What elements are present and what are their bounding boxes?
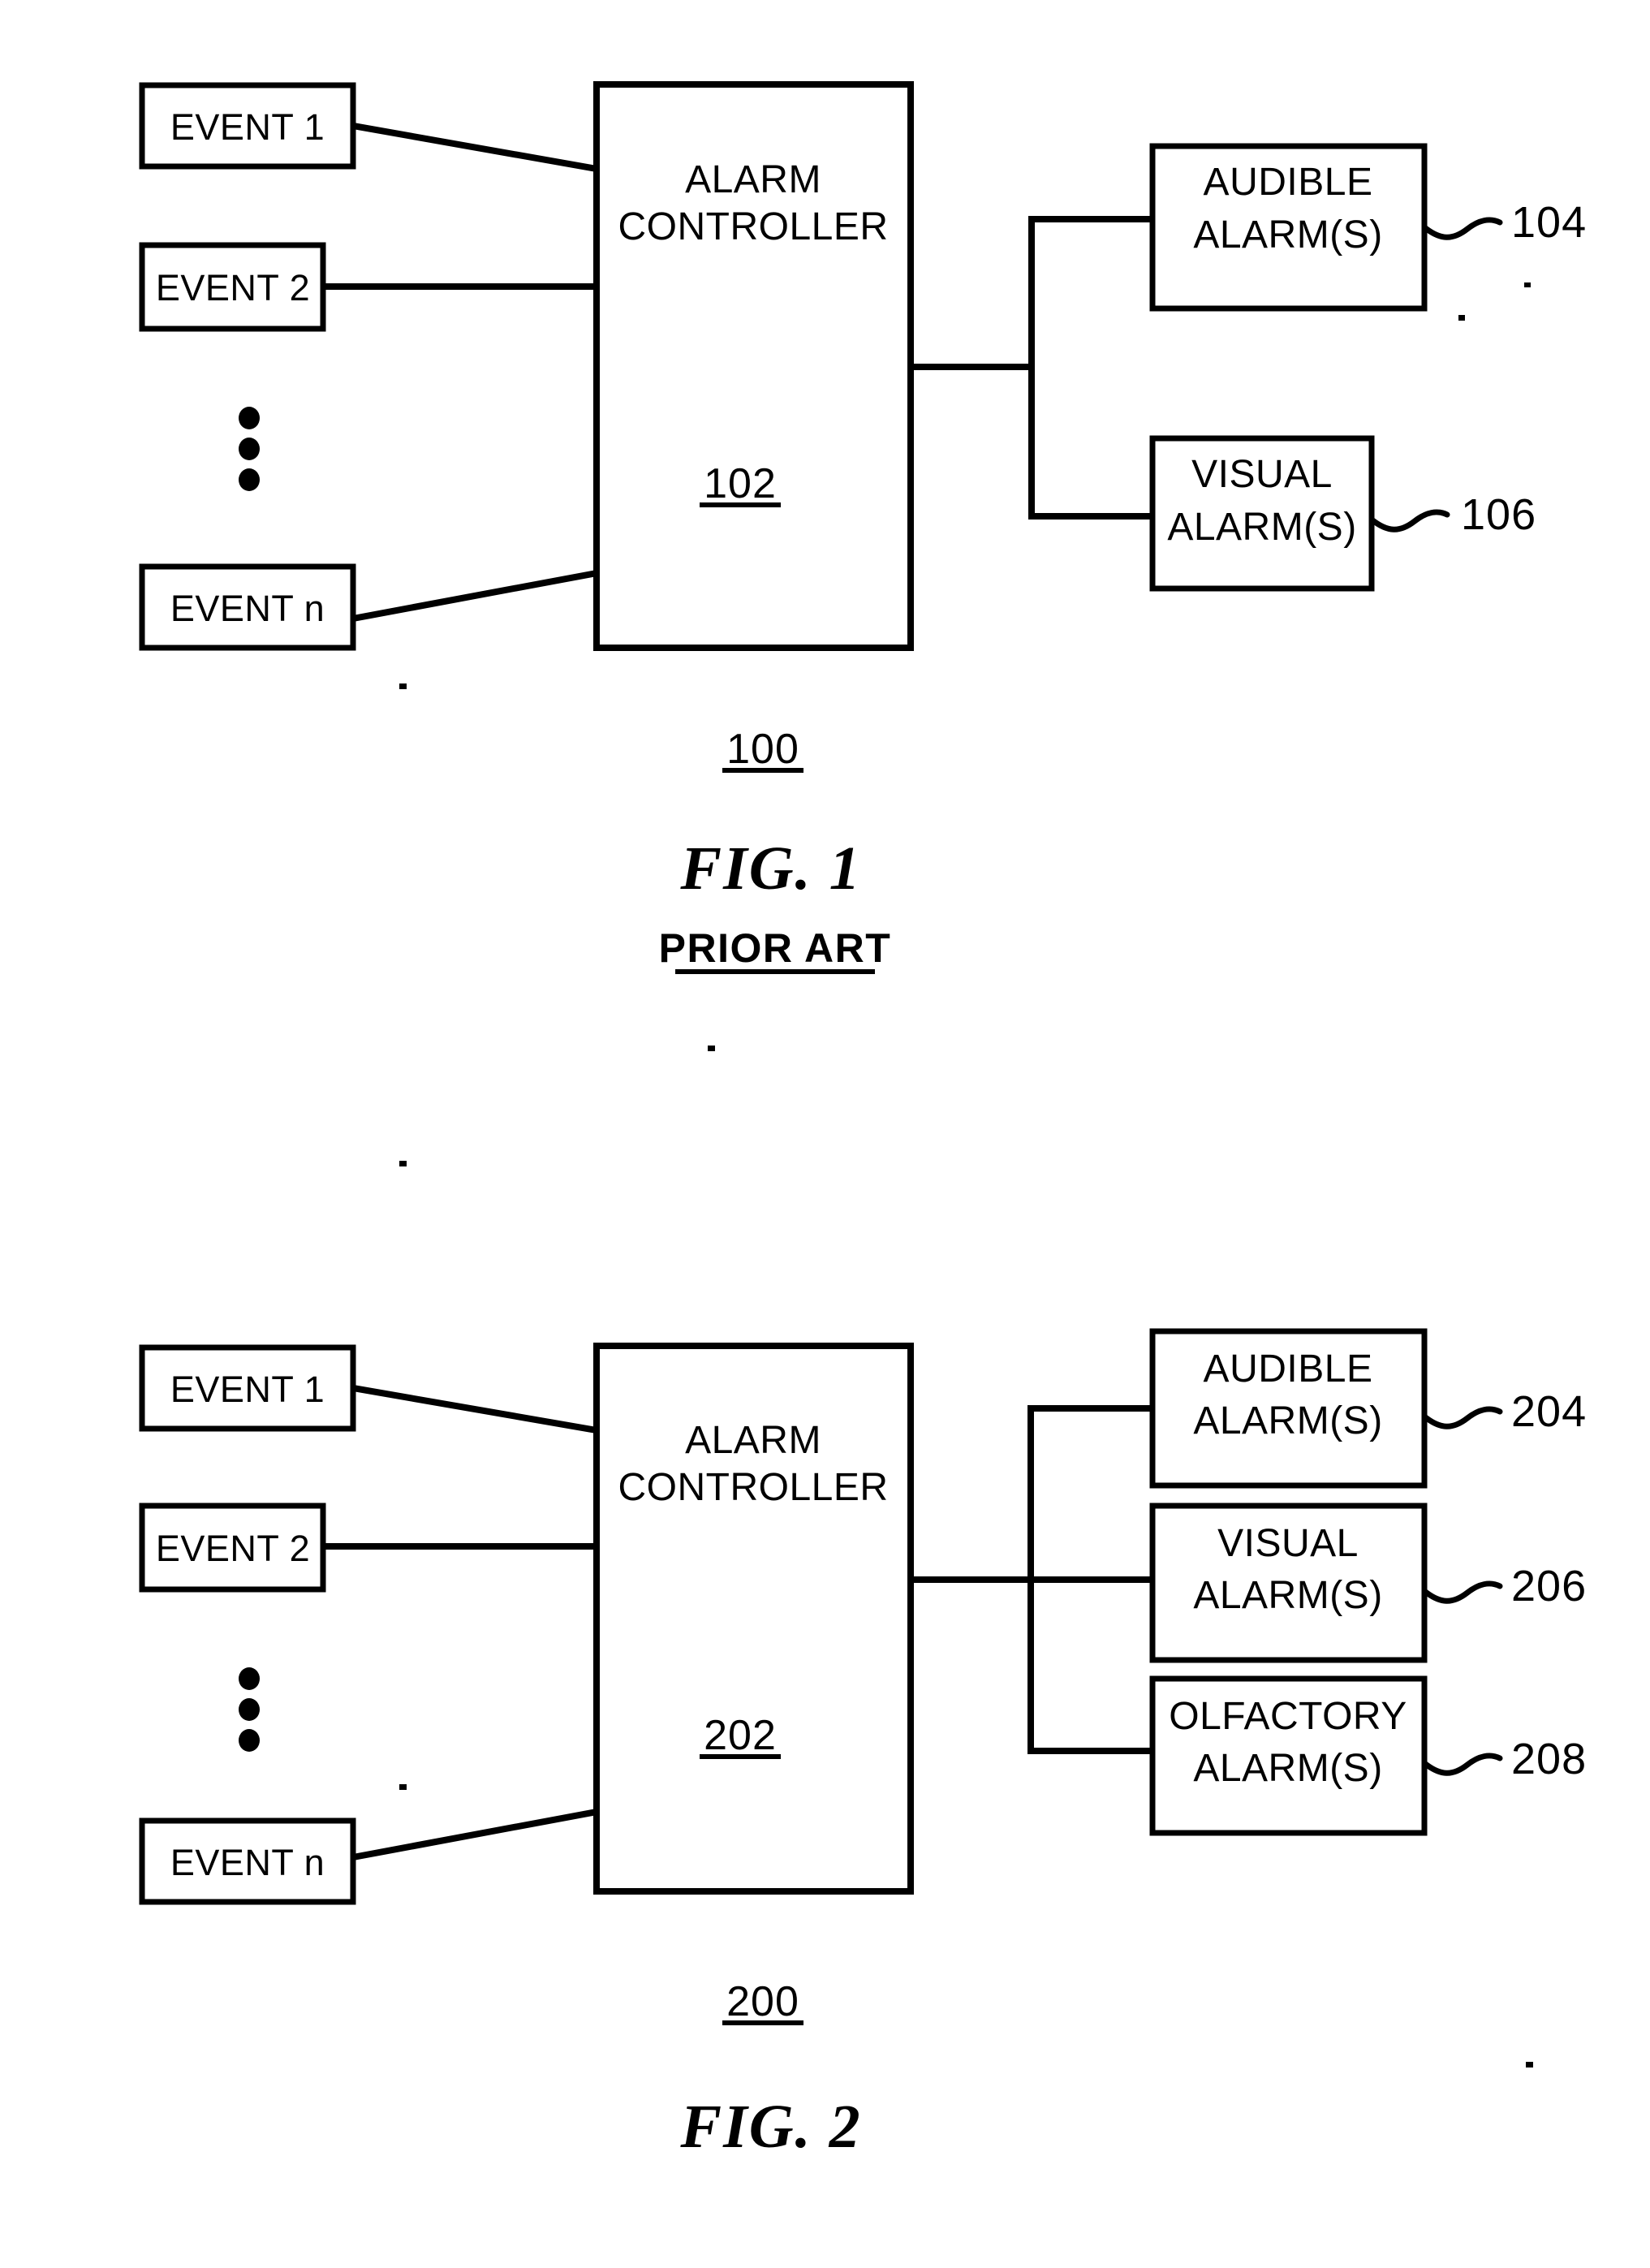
scan-speck	[399, 683, 407, 689]
ellipsis-dot	[239, 438, 260, 460]
controller-202-line2: CONTROLLER	[618, 1466, 888, 1509]
figure-2-caption: FIG. 2	[679, 2093, 861, 2161]
audible-alarm-204-line2: ALARM(S)	[1193, 1399, 1382, 1442]
refnum-106: 106	[1461, 490, 1536, 539]
olfactory-alarm-208-line2: ALARM(S)	[1193, 1747, 1382, 1790]
wire-f2-eventn-to-controller	[349, 1808, 601, 1861]
system-label-200: 200	[726, 1978, 799, 2025]
scan-speck	[1526, 2062, 1533, 2068]
controller-102-line1: ALARM	[685, 158, 821, 201]
scan-speck	[708, 1046, 715, 1051]
visual-alarm-106-line2: ALARM(S)	[1167, 506, 1356, 549]
scan-speck	[399, 1784, 407, 1790]
olfactory-alarm-208-line1: OLFACTORY	[1169, 1695, 1407, 1738]
wire-eventn-to-controller	[349, 569, 601, 623]
system-label-100: 100	[726, 726, 799, 773]
scan-speck	[1458, 315, 1465, 321]
leader-line-104	[1421, 217, 1503, 240]
refnum-104: 104	[1511, 198, 1587, 247]
f2-event-box-n-label: EVENT n	[170, 1842, 325, 1883]
figure-1-caption: FIG. 1	[679, 834, 861, 903]
audible-alarm-104-line2: ALARM(S)	[1193, 213, 1382, 257]
audible-alarm-204-line1: AUDIBLE	[1204, 1347, 1373, 1391]
f2-input-ellipsis-dots	[239, 1667, 260, 1752]
ellipsis-dot	[239, 407, 260, 429]
controller-102-ref: 102	[704, 460, 777, 507]
wire-event1-to-controller	[349, 122, 601, 173]
controller-202-line1: ALARM	[685, 1419, 821, 1462]
scan-speck	[1524, 282, 1531, 287]
input-ellipsis-dots	[239, 407, 260, 491]
ellipsis-dot	[239, 1698, 260, 1721]
f2-event-box-2-label: EVENT 2	[156, 1528, 310, 1569]
ellipsis-dot	[239, 1729, 260, 1752]
event-box-1-label: EVENT 1	[170, 106, 325, 148]
leader-line-206	[1421, 1580, 1503, 1604]
audible-alarm-104-line1: AUDIBLE	[1204, 161, 1373, 204]
visual-alarm-206-line2: ALARM(S)	[1193, 1574, 1382, 1617]
f2-event-box-1-label: EVENT 1	[170, 1369, 325, 1410]
drawing-canvas: EVENT 1 EVENT 2 EVENT n ALARM CONTROLLER…	[139, 81, 1587, 2161]
ellipsis-dot	[239, 1667, 260, 1690]
leader-line-106	[1368, 509, 1450, 533]
controller-102-line2: CONTROLLER	[618, 205, 888, 248]
leader-line-208	[1421, 1753, 1503, 1776]
controller-202-ref: 202	[704, 1712, 777, 1759]
scan-speck	[399, 1161, 407, 1166]
wire-f2-event1-to-controller	[349, 1384, 601, 1434]
ellipsis-dot	[239, 468, 260, 491]
patent-drawing-sheet: EVENT 1 EVENT 2 EVENT n ALARM CONTROLLER…	[0, 0, 1650, 2268]
visual-alarm-206-line1: VISUAL	[1217, 1522, 1359, 1565]
visual-alarm-106-line1: VISUAL	[1191, 453, 1333, 496]
refnum-208: 208	[1511, 1735, 1587, 1783]
refnum-206: 206	[1511, 1562, 1587, 1610]
event-box-2-label: EVENT 2	[156, 267, 310, 308]
event-box-n-label: EVENT n	[170, 588, 325, 629]
figure-1-subcaption: PRIOR ART	[659, 925, 892, 971]
leader-line-204	[1421, 1406, 1503, 1429]
refnum-204: 204	[1511, 1387, 1587, 1436]
